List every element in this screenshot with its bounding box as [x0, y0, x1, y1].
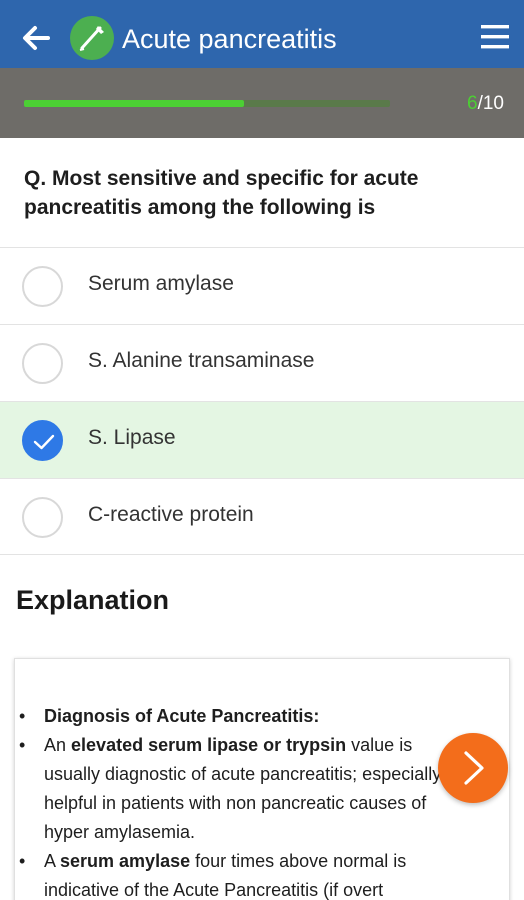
next-question-button[interactable] — [438, 733, 508, 803]
explanation-text: A — [44, 851, 61, 871]
explanation-item: Diagnosis of Acute Pancreatitis: — [19, 702, 464, 731]
radio-button[interactable] — [22, 266, 63, 307]
option-item[interactable]: C-reactive protein — [0, 478, 524, 555]
option-item[interactable]: S. Lipase — [0, 401, 524, 478]
hamburger-menu-icon[interactable] — [478, 22, 512, 52]
arrow-left-icon[interactable] — [18, 20, 54, 56]
explanation-bold-text: elevated serum lipase or trypsin — [71, 735, 347, 755]
option-label: S. Alanine transaminase — [88, 349, 315, 372]
checkmark-icon — [33, 434, 55, 450]
explanation-text: An — [44, 735, 72, 755]
progress-bar — [24, 100, 390, 107]
scalpel-logo-icon — [70, 16, 114, 60]
total-questions: /10 — [477, 93, 504, 114]
chevron-right-icon — [464, 751, 484, 785]
option-label: Serum amylase — [88, 272, 234, 295]
radio-button[interactable] — [22, 343, 63, 384]
explanation-bold-text: serum amylase — [60, 851, 191, 871]
question-counter: 6/10 — [467, 93, 504, 115]
explanation-bold-text: Diagnosis of Acute Pancreatitis: — [44, 706, 320, 726]
option-label: C-reactive protein — [88, 503, 254, 526]
answer-options: Serum amylase S. Alanine transaminase S.… — [0, 247, 524, 555]
progress-fill — [24, 100, 244, 107]
radio-button[interactable] — [22, 420, 63, 461]
current-question-number: 6 — [467, 93, 478, 114]
page-title: Acute pancreatitis — [122, 24, 337, 54]
explanation-item: A serum amylase four times above normal … — [19, 847, 464, 900]
explanation-heading: Explanation — [16, 585, 170, 615]
question-text: Q. Most sensitive and specific for acute… — [24, 167, 419, 219]
option-item[interactable]: Serum amylase — [0, 247, 524, 324]
app-bar: Acute pancreatitis — [0, 0, 524, 68]
option-label: S. Lipase — [88, 426, 176, 449]
explanation-item: An elevated serum lipase or trypsin valu… — [19, 731, 464, 847]
option-item[interactable]: S. Alanine transaminase — [0, 324, 524, 401]
radio-button[interactable] — [22, 497, 63, 538]
explanation-list: Diagnosis of Acute Pancreatitis: An eleva… — [19, 702, 464, 900]
